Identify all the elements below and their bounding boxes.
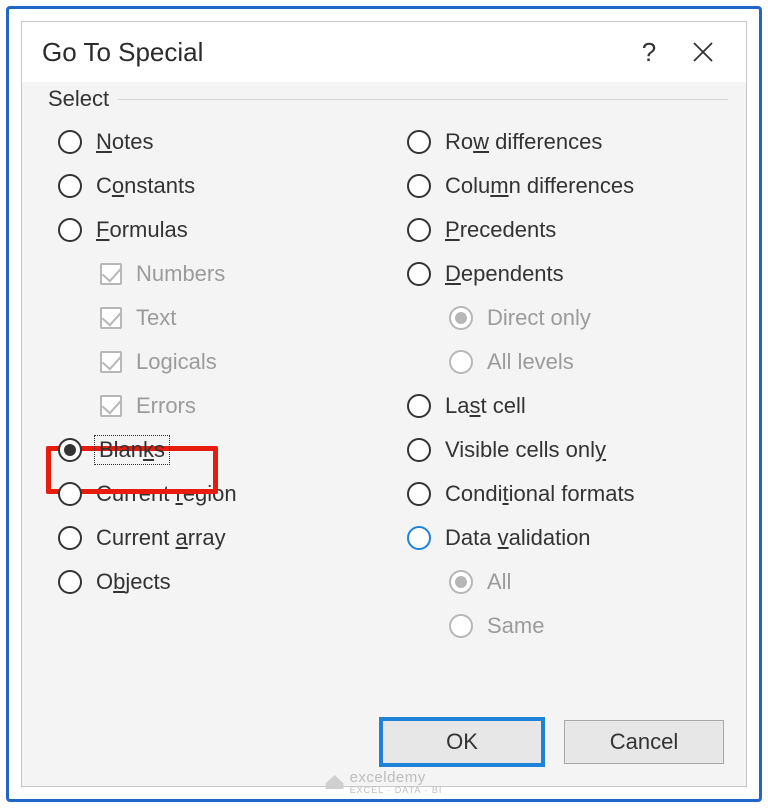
group-divider xyxy=(118,99,728,100)
watermark: exceldemy EXCEL · DATA · BI xyxy=(326,769,443,795)
radio-formulas[interactable]: Formulas xyxy=(40,208,379,252)
radio-icon xyxy=(407,218,431,242)
radio-icon xyxy=(58,130,82,154)
radio-icon xyxy=(449,350,473,374)
checkbox-text: Text xyxy=(40,296,379,340)
radio-blanks[interactable]: Blanks xyxy=(40,428,379,472)
checkbox-logicals: Logicals xyxy=(40,340,379,384)
close-icon xyxy=(691,40,715,64)
close-button[interactable] xyxy=(676,32,730,72)
radio-precedents[interactable]: Precedents xyxy=(389,208,728,252)
radio-icon xyxy=(407,438,431,462)
radio-icon xyxy=(407,482,431,506)
radio-icon xyxy=(407,526,431,550)
radio-current-region[interactable]: Current region xyxy=(40,472,379,516)
radio-icon xyxy=(58,482,82,506)
select-group: Select Notes Constants Formulas xyxy=(40,102,728,704)
radio-direct-only: Direct only xyxy=(389,296,728,340)
checkbox-icon xyxy=(100,351,122,373)
dialog-title: Go To Special xyxy=(42,37,622,68)
help-icon: ? xyxy=(642,37,656,68)
radio-dv-same: Same xyxy=(389,604,728,648)
right-column: Row differences Column differences Prece… xyxy=(389,120,728,648)
radio-icon xyxy=(58,438,82,462)
left-column: Notes Constants Formulas Numbers xyxy=(40,120,379,648)
radio-dv-all: All xyxy=(389,560,728,604)
radio-icon xyxy=(407,174,431,198)
radio-last-cell[interactable]: Last cell xyxy=(389,384,728,428)
radio-icon xyxy=(58,570,82,594)
radio-dependents[interactable]: Dependents xyxy=(389,252,728,296)
radio-column-differences[interactable]: Column differences xyxy=(389,164,728,208)
help-button[interactable]: ? xyxy=(622,32,676,72)
cancel-button[interactable]: Cancel xyxy=(564,720,724,764)
checkbox-icon xyxy=(100,307,122,329)
watermark-logo-icon xyxy=(326,775,344,789)
radio-icon xyxy=(449,570,473,594)
radio-icon xyxy=(58,174,82,198)
radio-row-differences[interactable]: Row differences xyxy=(389,120,728,164)
checkbox-numbers: Numbers xyxy=(40,252,379,296)
radio-icon xyxy=(407,394,431,418)
radio-icon xyxy=(407,262,431,286)
radio-icon xyxy=(449,614,473,638)
radio-visible-cells-only[interactable]: Visible cells only xyxy=(389,428,728,472)
radio-icon xyxy=(58,526,82,550)
radio-objects[interactable]: Objects xyxy=(40,560,379,604)
radio-data-validation[interactable]: Data validation xyxy=(389,516,728,560)
screenshot-frame: Go To Special ? Select Notes xyxy=(6,6,762,802)
radio-constants[interactable]: Constants xyxy=(40,164,379,208)
radio-notes[interactable]: Notes xyxy=(40,120,379,164)
checkbox-errors: Errors xyxy=(40,384,379,428)
radio-icon xyxy=(407,130,431,154)
radio-all-levels: All levels xyxy=(389,340,728,384)
radio-current-array[interactable]: Current array xyxy=(40,516,379,560)
radio-conditional-formats[interactable]: Conditional formats xyxy=(389,472,728,516)
checkbox-icon xyxy=(100,395,122,417)
titlebar: Go To Special ? xyxy=(22,22,746,82)
ok-button[interactable]: OK xyxy=(382,720,542,764)
checkbox-icon xyxy=(100,263,122,285)
radio-icon xyxy=(58,218,82,242)
group-label: Select xyxy=(42,86,115,112)
radio-icon xyxy=(449,306,473,330)
go-to-special-dialog: Go To Special ? Select Notes xyxy=(21,21,747,787)
